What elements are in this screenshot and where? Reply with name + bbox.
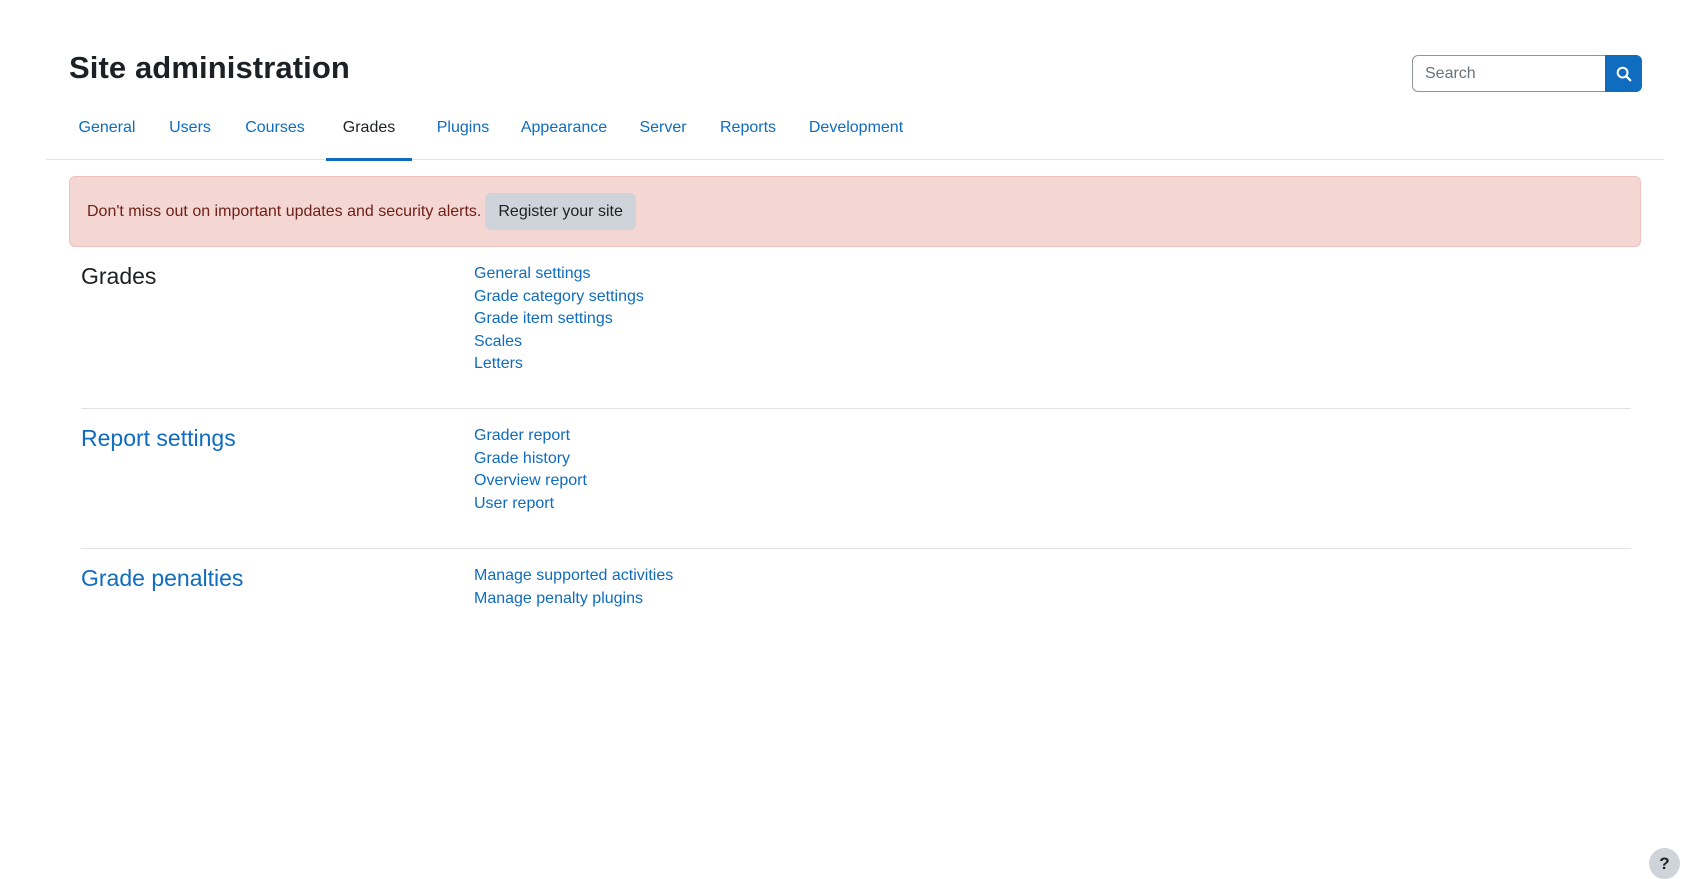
registration-alert: Don't miss out on important updates and …	[69, 176, 1641, 247]
section-title-grades: Grades	[81, 263, 157, 289]
link-scales[interactable]: Scales	[474, 331, 644, 354]
link-manage-supported-activities[interactable]: Manage supported activities	[474, 565, 673, 588]
grade-penalties-links: Manage supported activities Manage penal…	[474, 565, 673, 610]
link-grade-category-settings[interactable]: Grade category settings	[474, 286, 644, 309]
tab-appearance[interactable]: Appearance	[512, 110, 616, 160]
search-form	[1412, 55, 1642, 92]
tab-general[interactable]: General	[70, 110, 144, 160]
page-title: Site administration	[69, 50, 350, 85]
section-title-report-settings[interactable]: Report settings	[81, 425, 236, 452]
link-overview-report[interactable]: Overview report	[474, 470, 587, 493]
tab-users[interactable]: Users	[158, 110, 222, 160]
tab-development[interactable]: Development	[799, 110, 913, 160]
link-grader-report[interactable]: Grader report	[474, 425, 587, 448]
tab-plugins[interactable]: Plugins	[426, 110, 500, 160]
tab-courses[interactable]: Courses	[235, 110, 315, 160]
alert-message: Don't miss out on important updates and …	[87, 202, 482, 220]
link-general-settings[interactable]: General settings	[474, 263, 644, 286]
report-settings-links: Grader report Grade history Overview rep…	[474, 425, 587, 515]
grades-links: General settings Grade category settings…	[474, 263, 644, 376]
help-button[interactable]: ?	[1649, 848, 1680, 879]
tab-grades[interactable]: Grades	[326, 110, 412, 161]
link-grade-history[interactable]: Grade history	[474, 448, 587, 471]
search-icon	[1616, 66, 1631, 81]
link-grade-item-settings[interactable]: Grade item settings	[474, 308, 644, 331]
link-user-report[interactable]: User report	[474, 493, 587, 516]
section-divider	[81, 548, 1631, 549]
tab-reports[interactable]: Reports	[710, 110, 786, 160]
link-manage-penalty-plugins[interactable]: Manage penalty plugins	[474, 588, 673, 611]
section-divider	[81, 408, 1631, 409]
tab-server[interactable]: Server	[628, 110, 698, 160]
search-button[interactable]	[1605, 55, 1642, 92]
register-site-button[interactable]: Register your site	[485, 193, 636, 230]
link-letters[interactable]: Letters	[474, 353, 644, 376]
section-title-grade-penalties[interactable]: Grade penalties	[81, 565, 243, 592]
admin-tabs: General Users Courses Grades Plugins App…	[46, 110, 1664, 161]
page: Site administration General Users Course…	[0, 0, 1696, 879]
search-input[interactable]	[1412, 55, 1605, 92]
